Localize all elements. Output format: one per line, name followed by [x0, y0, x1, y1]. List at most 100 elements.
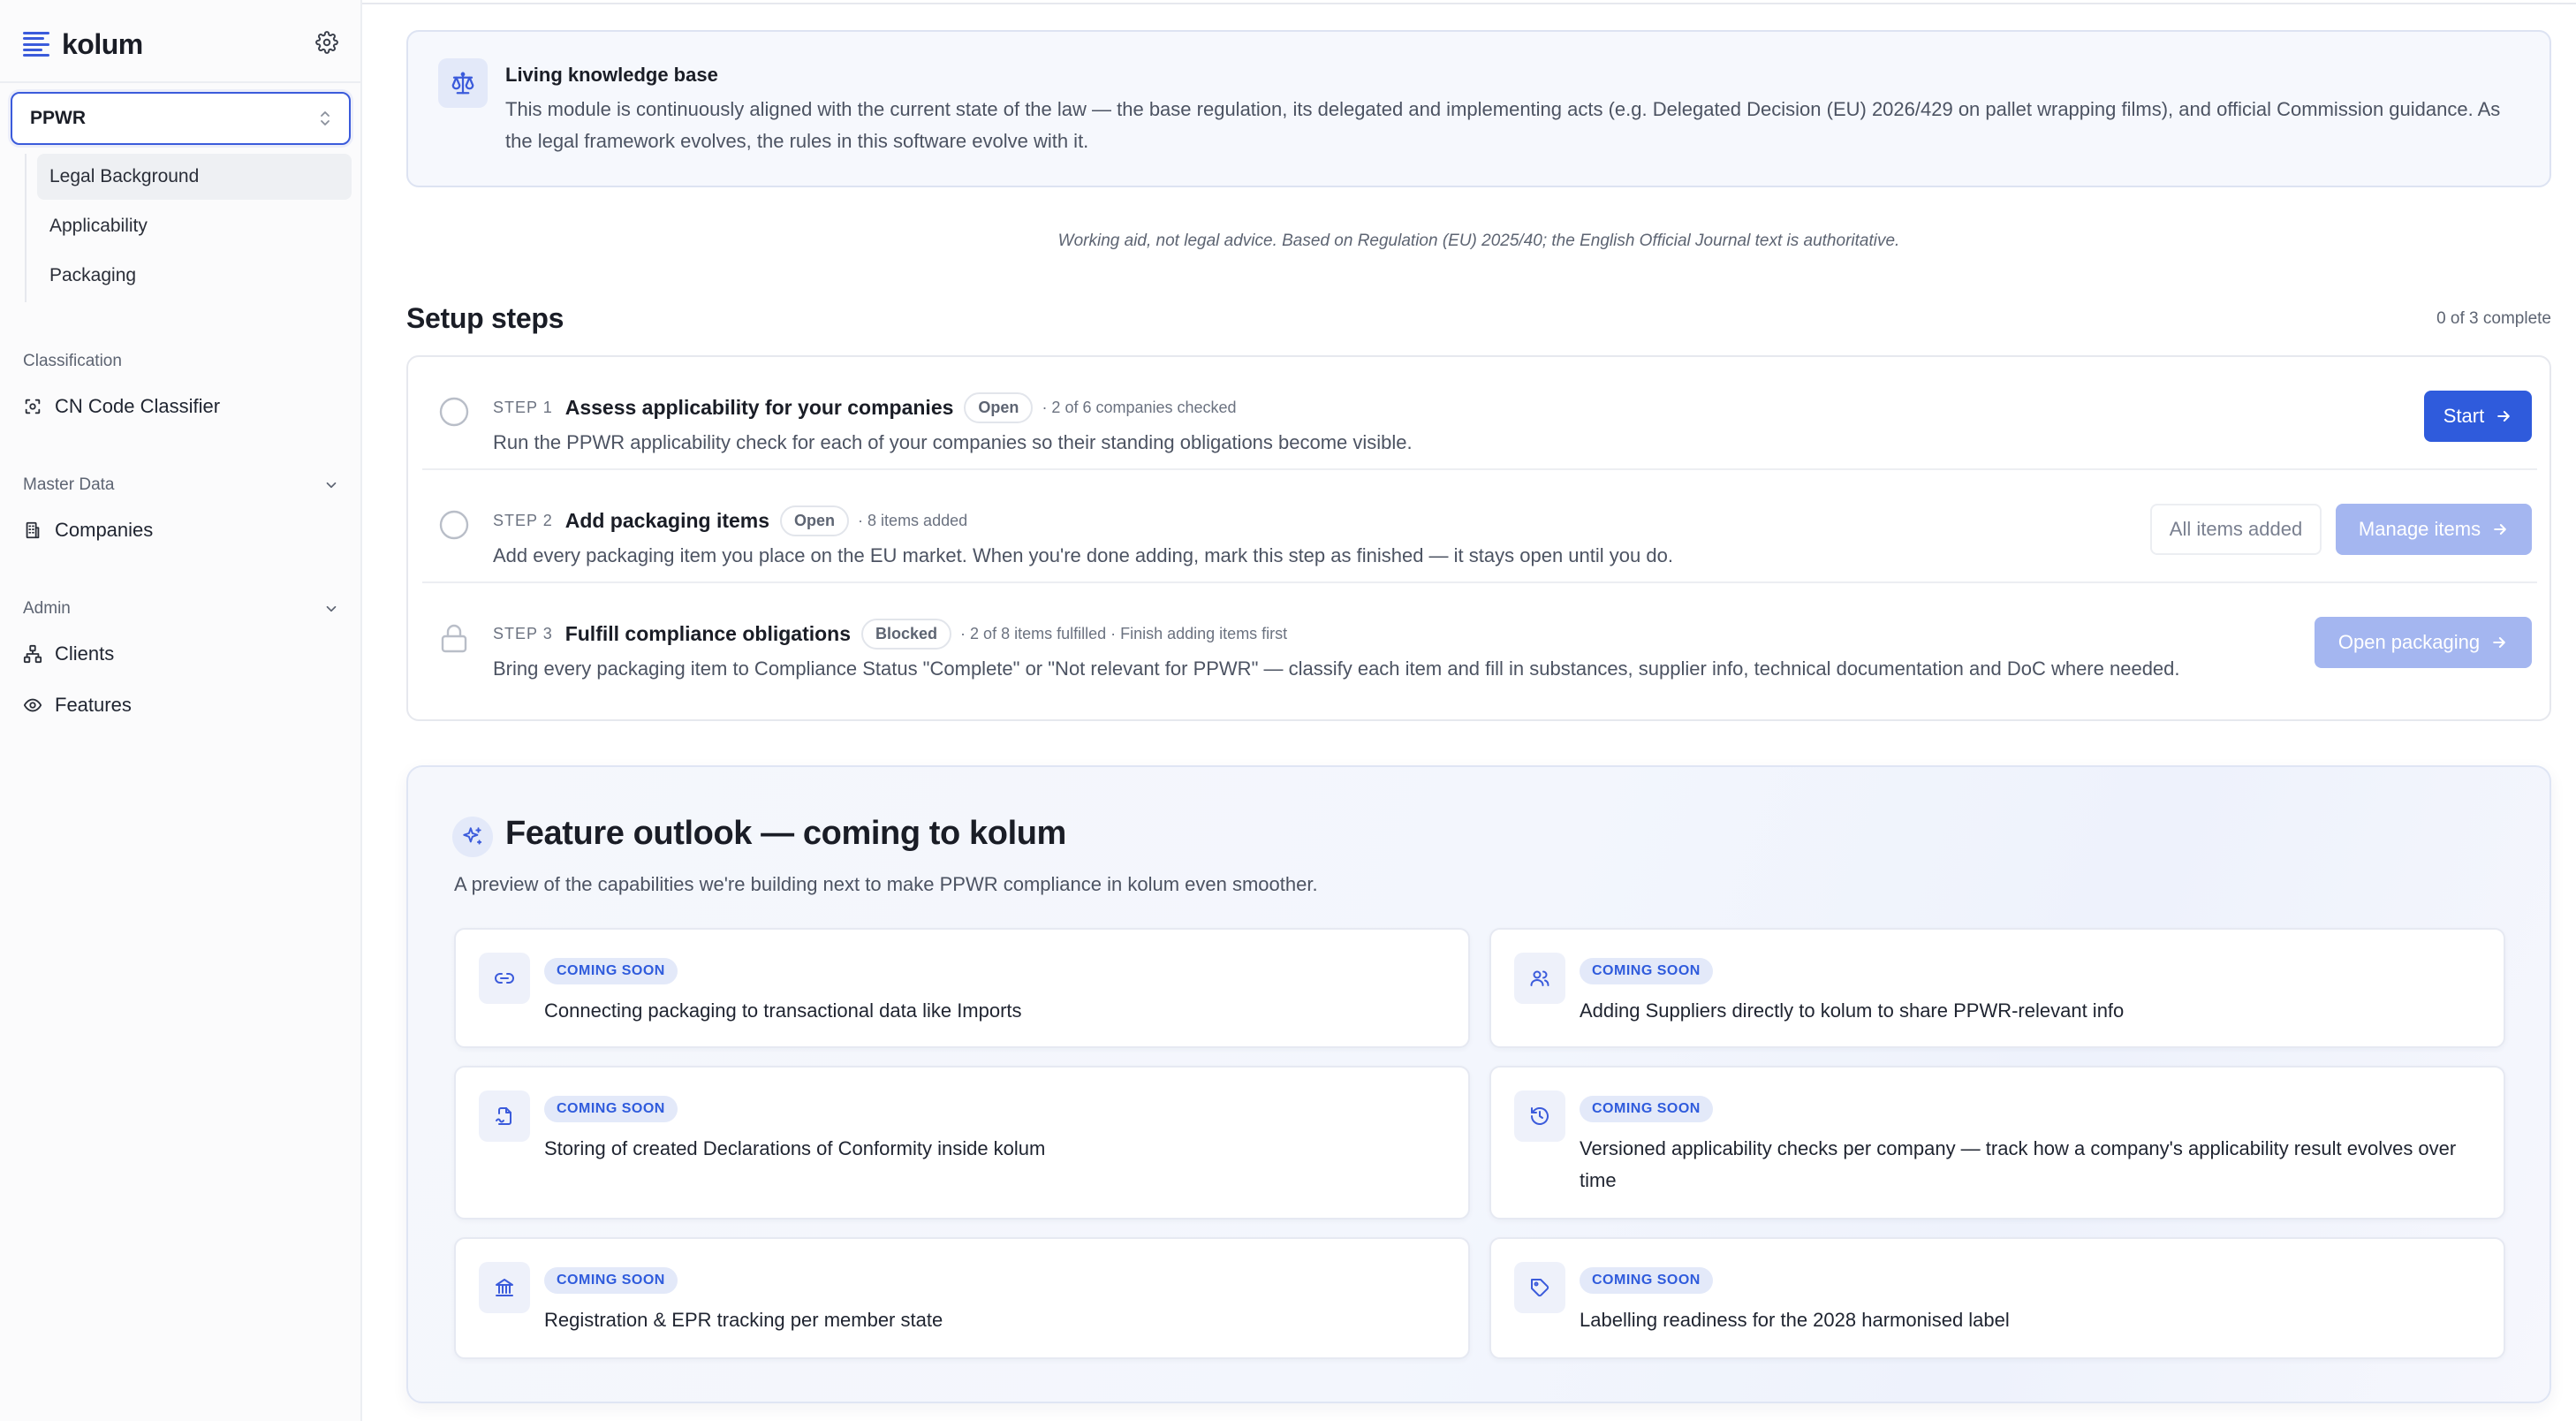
step-meta: · 2 of 6 companies checked — [1042, 399, 1237, 416]
bank-icon — [496, 1279, 513, 1296]
setup-step-1: STEP 1 Assess applicability for your com… — [422, 357, 2537, 470]
scale-icon — [451, 72, 474, 95]
brand[interactable]: kolum — [23, 25, 143, 64]
settings-button[interactable] — [313, 28, 341, 57]
feature-text: Connecting packaging to transactional da… — [544, 999, 1022, 1022]
sidebar-item-label: Clients — [55, 642, 115, 665]
feature-icon-tile — [1514, 1262, 1565, 1313]
step-title: Fulfill compliance obligations — [564, 622, 852, 645]
coming-soon-badge: COMING SOON — [1580, 958, 1713, 984]
kb-icon-tile — [438, 58, 488, 108]
step-meta: · 2 of 8 items fulfilled · Finish adding… — [960, 625, 1288, 642]
org-icon — [23, 644, 42, 664]
feature-card: COMING SOON Connecting packaging to tran… — [454, 928, 1470, 1048]
scan-icon — [25, 399, 41, 414]
all-items-added-button[interactable]: All items added — [2150, 504, 2322, 555]
building-icon — [26, 521, 40, 539]
coming-soon-badge: COMING SOON — [544, 958, 678, 984]
setup-title: Setup steps — [406, 302, 564, 334]
module-select-value: PPWR — [30, 108, 86, 128]
step-title: Add packaging items — [564, 509, 770, 532]
arrow-right-icon — [2493, 637, 2505, 648]
brand-name: kolum — [62, 27, 143, 60]
eye-icon — [23, 698, 42, 712]
setup-progress-count: 0 of 3 complete — [2436, 309, 2551, 328]
step-number: STEP 2 — [493, 512, 553, 529]
subnav-item-legal-background[interactable]: Legal Background — [37, 154, 352, 200]
setup-step-3: STEP 3 Fulfill compliance obligations Bl… — [422, 583, 2537, 696]
feature-card: COMING SOON Adding Suppliers directly to… — [1489, 928, 2505, 1048]
chevron-down-icon — [326, 482, 337, 489]
feature-icon-tile — [1514, 1090, 1565, 1142]
legal-disclaimer: Working aid, not legal advice. Based on … — [1057, 232, 1900, 250]
subnav-item-applicability[interactable]: Applicability — [37, 203, 352, 249]
link-icon — [495, 973, 514, 984]
step-description: Run the PPWR applicability check for eac… — [493, 431, 1413, 453]
feature-text: Versioned applicability checks per compa… — [1580, 1137, 2457, 1191]
coming-soon-badge: COMING SOON — [1580, 1096, 1713, 1122]
open-packaging-button[interactable]: Open packaging — [2315, 617, 2532, 668]
chevron-updown-icon — [321, 111, 330, 125]
coming-soon-badge: COMING SOON — [544, 1267, 678, 1294]
sidebar-item-label: CN Code Classifier — [55, 395, 221, 417]
feature-text: Labelling readiness for the 2028 harmoni… — [1580, 1309, 2010, 1331]
feature-outlook-card: Feature outlook — coming to kolum A prev… — [406, 765, 2551, 1403]
feature-card: COMING SOON Storing of created Declarati… — [454, 1066, 1470, 1220]
feature-text: Registration & EPR tracking per member s… — [544, 1309, 943, 1331]
feature-card: COMING SOON Versioned applicability chec… — [1489, 1066, 2505, 1220]
sidebar-item-features[interactable]: Features — [23, 686, 132, 725]
feature-text: Adding Suppliers directly to kolum to sh… — [1580, 999, 2125, 1022]
sidebar-item-label: Features — [55, 694, 132, 716]
sidebar-item-clients[interactable]: Clients — [23, 635, 114, 673]
subnav-item-packaging[interactable]: Packaging — [37, 253, 352, 299]
section-toggle-master-data[interactable]: Master Data — [23, 475, 339, 495]
sparkles-icon — [463, 827, 482, 845]
outlook-title: Feature outlook — coming to kolum — [505, 815, 1066, 852]
sidebar-item-cn-code-classifier[interactable]: CN Code Classifier — [23, 387, 220, 426]
open-packaging-label: Open packaging — [2337, 631, 2481, 653]
step-meta: · 8 items added — [858, 512, 968, 529]
circle-icon[interactable] — [438, 509, 470, 541]
section-title-classification: Classification — [23, 352, 122, 370]
module-subnav: Legal Background Applicability Packaging — [25, 154, 352, 302]
section-toggle-admin[interactable]: Admin — [23, 599, 339, 619]
sidebar-item-label: Companies — [55, 519, 154, 541]
setup-steps-card: STEP 1 Assess applicability for your com… — [406, 355, 2551, 721]
status-badge: Open — [964, 392, 1034, 423]
status-badge: Blocked — [861, 619, 952, 650]
step-description: Bring every packaging item to Compliance… — [493, 657, 2180, 680]
arrow-right-icon — [2497, 411, 2511, 422]
setup-step-2: STEP 2 Add packaging items Open · 8 item… — [422, 470, 2537, 583]
feature-card: COMING SOON Labelling readiness for the … — [1489, 1237, 2505, 1359]
outlook-subtitle: A preview of the capabilities we're buil… — [454, 873, 1318, 895]
feature-icon-tile — [479, 953, 530, 1004]
coming-soon-badge: COMING SOON — [544, 1096, 678, 1122]
circle-icon[interactable] — [438, 396, 470, 428]
step-title: Assess applicability for your companies — [564, 396, 954, 419]
arrow-right-icon — [2494, 524, 2506, 535]
feature-icon-tile — [1514, 953, 1565, 1004]
start-button-label: Start — [2443, 405, 2485, 427]
chevron-down-icon — [326, 605, 337, 612]
kb-title: Living knowledge base — [505, 64, 718, 86]
outlook-icon-tile — [452, 817, 493, 857]
section-title-master-data: Master Data — [23, 475, 115, 494]
knowledge-base-card: Living knowledge base This module is con… — [406, 30, 2551, 187]
step-description: Add every packaging item you place on th… — [493, 544, 1673, 566]
status-badge: Open — [780, 505, 850, 536]
gear-icon — [315, 31, 338, 54]
step-number: STEP 3 — [493, 625, 553, 642]
history-icon — [1531, 1107, 1549, 1125]
manage-items-button[interactable]: Manage items — [2336, 504, 2532, 555]
start-button[interactable]: Start — [2424, 391, 2532, 442]
sidebar-item-companies[interactable]: Companies — [23, 511, 153, 550]
sidebar: kolum PPWR Legal Background Applicabilit… — [0, 0, 362, 1421]
kb-text: This module is continuously aligned with… — [505, 98, 2501, 152]
feature-text: Storing of created Declarations of Confo… — [544, 1137, 1046, 1159]
feature-card: COMING SOON Registration & EPR tracking … — [454, 1237, 1470, 1359]
module-select[interactable]: PPWR — [11, 92, 351, 145]
coming-soon-badge: COMING SOON — [1580, 1267, 1713, 1294]
section-title-admin: Admin — [23, 599, 71, 618]
manage-items-label: Manage items — [2358, 518, 2481, 540]
feature-icon-tile — [479, 1262, 530, 1313]
